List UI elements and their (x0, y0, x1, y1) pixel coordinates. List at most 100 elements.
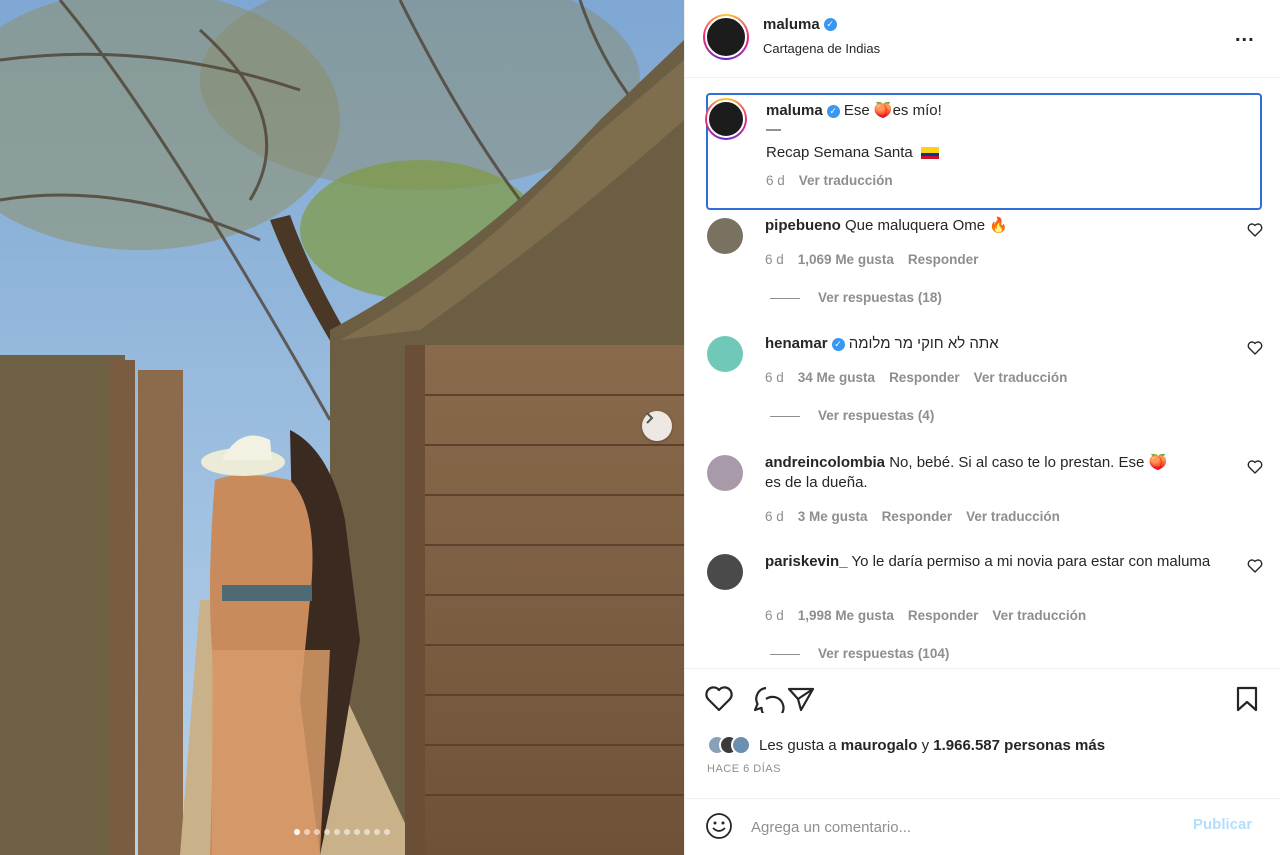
comment-meta: 6 d 1,069 Me gusta Responder (765, 252, 992, 267)
bookmark-icon (1236, 686, 1258, 712)
author-username[interactable]: maluma (763, 16, 820, 33)
comment-likes[interactable]: 1,998 Me gusta (798, 608, 894, 623)
heart-icon[interactable] (705, 686, 733, 712)
heart-icon[interactable] (1247, 558, 1263, 574)
carousel-indicator (0, 829, 684, 835)
comment-icon[interactable] (753, 686, 785, 720)
commenter-avatar[interactable] (707, 455, 743, 491)
commenter-avatar[interactable] (707, 218, 743, 254)
comment-reply-button[interactable]: Responder (908, 608, 979, 623)
comment-meta: 6 d 34 Me gusta Responder Ver traducción (765, 370, 1081, 385)
comment-likes[interactable]: 34 Me gusta (798, 370, 875, 385)
heart-icon[interactable] (1247, 459, 1263, 475)
comment-text: אתה לא חוקי מר מלומה (848, 335, 999, 352)
caption-username[interactable]: maluma (766, 102, 823, 119)
publish-button[interactable]: Publicar (1193, 816, 1252, 833)
comment-input[interactable] (751, 813, 1171, 841)
comment-emoji: 🔥 (989, 217, 1008, 234)
comment-body: andreincolombia No, bebé. Si al caso te … (765, 453, 1215, 493)
caption-avatar[interactable] (705, 98, 747, 140)
view-replies[interactable]: Ver respuestas (104) (770, 646, 949, 661)
instagram-post-view: maluma ✓ Cartagena de Indias ... maluma ✓ … (0, 0, 1280, 855)
verified-icon: ✓ (823, 18, 837, 32)
comment-meta: 6 d 1,998 Me gusta Responder Ver traducción (765, 608, 1100, 623)
comment-translate-link[interactable]: Ver traducción (974, 370, 1068, 385)
comment-reply-button[interactable]: Responder (882, 509, 953, 524)
caption-line-2: Recap Semana Santa (766, 144, 939, 161)
comment-composer: Publicar (685, 798, 1280, 855)
share-icon[interactable] (787, 687, 815, 712)
comment-text-continued: es de la dueña. (765, 474, 868, 491)
carousel-dot (304, 829, 310, 835)
author-avatar[interactable] (703, 14, 749, 60)
post-side-panel: maluma ✓ Cartagena de Indias ... maluma ✓ … (684, 0, 1280, 855)
view-replies-text[interactable]: Ver respuestas (4) (818, 408, 934, 423)
heart-icon[interactable] (1247, 340, 1263, 356)
comment-time[interactable]: 6 d (765, 608, 784, 623)
view-replies[interactable]: Ver respuestas (18) (770, 290, 942, 305)
action-bar: Les gusta a maurogalo y 1.966.587 person… (685, 668, 1280, 798)
caption-time[interactable]: 6 d (766, 173, 785, 188)
comment-likes[interactable]: 1,069 Me gusta (798, 252, 894, 267)
carousel-dot (324, 829, 330, 835)
comment-body: pariskevin_ Yo le daría permiso a mi nov… (765, 552, 1215, 572)
post-header: maluma ✓ Cartagena de Indias ... (685, 0, 1280, 78)
comment-username[interactable]: pipebueno (765, 217, 841, 234)
emoji-icon[interactable] (705, 812, 733, 840)
comment-translate-link[interactable]: Ver traducción (992, 608, 1086, 623)
carousel-dot (374, 829, 380, 835)
comment-reply-button[interactable]: Responder (889, 370, 960, 385)
likes-summary: Les gusta a maurogalo y 1.966.587 person… (707, 735, 1105, 755)
caption-meta: 6 d Ver traducción (766, 173, 907, 188)
carousel-dot (344, 829, 350, 835)
chevron-right-icon (646, 412, 654, 424)
comment-text: No, bebé. Si al caso te lo prestan. Ese (889, 454, 1145, 471)
comment-time[interactable]: 6 d (765, 370, 784, 385)
comment-username[interactable]: pariskevin_ (765, 553, 848, 570)
comment-emoji: 🍑 (1148, 454, 1168, 471)
caption-divider: — (766, 121, 781, 138)
verified-icon: ✓ (831, 337, 845, 351)
comment-username[interactable]: andreincolombia (765, 454, 885, 471)
carousel-dot (354, 829, 360, 835)
comment-meta: 6 d 3 Me gusta Responder Ver traducción (765, 509, 1074, 524)
likes-count[interactable]: 1.966.587 personas más (933, 737, 1105, 754)
comment-text: Yo le daría permiso a mi novia para esta… (851, 553, 1211, 570)
caption-text-post: es mío! (892, 102, 942, 119)
comment-body: pipebueno Que maluquera Ome 🔥 (765, 216, 1215, 236)
comment-time[interactable]: 6 d (765, 252, 784, 267)
author-name-line: maluma ✓ (763, 16, 837, 34)
liker-avatar (731, 735, 751, 755)
likes-text: Les gusta a maurogalo y 1.966.587 person… (759, 737, 1105, 754)
comment-time[interactable]: 6 d (765, 509, 784, 524)
view-replies[interactable]: Ver respuestas (4) (770, 408, 934, 423)
caption-translate-link[interactable]: Ver traducción (799, 173, 893, 188)
likes-user[interactable]: maurogalo (841, 737, 918, 754)
comment-translate-link[interactable]: Ver traducción (966, 509, 1060, 524)
comment-reply-button[interactable]: Responder (908, 252, 979, 267)
commenter-avatar[interactable] (707, 336, 743, 372)
action-icons (705, 685, 855, 720)
action-icon-row (705, 686, 815, 720)
carousel-dot (294, 829, 300, 835)
verified-icon: ✓ (826, 104, 840, 118)
view-replies-text[interactable]: Ver respuestas (18) (818, 290, 942, 305)
post-location[interactable]: Cartagena de Indias (763, 41, 880, 56)
replies-line (770, 415, 800, 417)
caption-recap-text: Recap Semana Santa (766, 144, 913, 161)
heart-icon[interactable] (1247, 222, 1263, 238)
more-icon[interactable]: ... (1235, 24, 1255, 47)
commenter-avatar[interactable] (707, 554, 743, 590)
bookmark-button[interactable] (1235, 685, 1259, 718)
next-slide-button[interactable] (642, 411, 672, 441)
replies-line (770, 653, 800, 655)
comment-body: henamar ✓ אתה לא חוקי מר מלומה (765, 334, 1215, 354)
likes-middle: y (921, 736, 930, 754)
comment-username[interactable]: henamar (765, 335, 828, 352)
view-replies-text[interactable]: Ver respuestas (104) (818, 646, 949, 661)
comment-likes[interactable]: 3 Me gusta (798, 509, 868, 524)
caption-line-1: maluma ✓ Ese 🍑es mío! (766, 101, 1246, 119)
post-photo (0, 0, 684, 855)
carousel-dot (384, 829, 390, 835)
caption-text-pre: Ese (843, 102, 874, 119)
